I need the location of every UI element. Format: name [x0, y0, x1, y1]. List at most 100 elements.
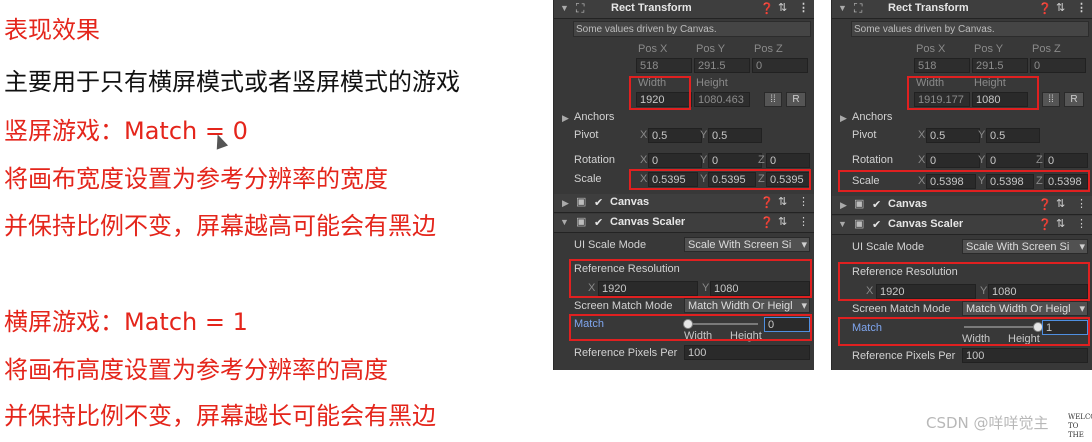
- ui-scale-mode-label: UI Scale Mode: [574, 239, 647, 251]
- anchors-expand-icon[interactable]: ▶: [562, 113, 569, 124]
- pos-y-field[interactable]: 291.5: [972, 58, 1028, 73]
- rect-transform-header[interactable]: ▼ ⛶ Rect Transform ❓ ⇅ ⋮: [554, 0, 814, 19]
- rect-transform-header[interactable]: ▼ ⛶ Rect Transform ❓ ⇅ ⋮: [832, 0, 1092, 19]
- rotation-z-field[interactable]: 0: [766, 153, 810, 168]
- landscape-line-1: 将画布高度设置为参考分辨率的高度: [4, 356, 388, 384]
- checkbox-icon[interactable]: ✔: [594, 218, 604, 229]
- reference-resolution-highlight: [838, 262, 1090, 301]
- anchors-expand-icon[interactable]: ▶: [840, 113, 847, 124]
- driven-info-box: Some values driven by Canvas.: [573, 21, 811, 37]
- pos-x-label: Pos X: [638, 43, 668, 55]
- more-vert-icon[interactable]: ⋮: [798, 1, 809, 14]
- pos-x-label: Pos X: [916, 43, 946, 55]
- collapse-triangle-icon[interactable]: ▼: [838, 219, 847, 229]
- help-icon[interactable]: ❓: [760, 216, 774, 229]
- more-vert-icon[interactable]: ⋮: [1076, 197, 1087, 210]
- ui-scale-mode-dropdown[interactable]: Scale With Screen Si: [962, 239, 1088, 254]
- pivot-y-field[interactable]: 0.5: [986, 128, 1040, 143]
- screen-match-mode-dropdown[interactable]: Match Width Or Heigl: [962, 301, 1088, 316]
- pos-y-label: Pos Y: [974, 43, 1004, 55]
- rotation-y-axis: Y: [700, 154, 708, 166]
- collapse-triangle-icon[interactable]: ▼: [560, 217, 569, 227]
- reference-resolution-highlight: [569, 259, 812, 298]
- pivot-x-field[interactable]: 0.5: [648, 128, 702, 143]
- collapse-triangle-icon[interactable]: ▶: [562, 198, 569, 209]
- checkbox-icon[interactable]: ✔: [594, 198, 604, 209]
- pos-z-field[interactable]: 0: [1030, 58, 1086, 73]
- pos-y-label: Pos Y: [696, 43, 726, 55]
- collapse-triangle-icon[interactable]: ▶: [840, 200, 847, 211]
- canvas-component-icon: ▣: [854, 198, 865, 210]
- height-label: Height: [696, 77, 728, 89]
- screen-match-mode-label: Screen Match Mode: [574, 300, 673, 312]
- pos-x-field[interactable]: 518: [914, 58, 970, 73]
- ui-scale-mode-dropdown[interactable]: Scale With Screen Si: [684, 237, 810, 252]
- screen-match-mode-label: Screen Match Mode: [852, 303, 951, 315]
- checkbox-icon[interactable]: ✔: [872, 220, 882, 231]
- blueprint-icon[interactable]: ⁞⁞: [1042, 92, 1060, 107]
- screen-match-mode-dropdown[interactable]: Match Width Or Heigl: [684, 298, 810, 313]
- rotation-x-field[interactable]: 0: [926, 153, 980, 168]
- pos-z-field[interactable]: 0: [752, 58, 808, 73]
- driven-info-box: Some values driven by Canvas.: [851, 21, 1089, 37]
- help-icon[interactable]: ❓: [1038, 2, 1052, 15]
- canvas-title: Canvas: [888, 198, 928, 210]
- match-highlight: [838, 317, 1090, 346]
- raw-edit-button[interactable]: R: [786, 92, 806, 107]
- reference-pixels-per-unit-field[interactable]: 100: [684, 345, 810, 360]
- settings-sliders-icon[interactable]: ⇅: [778, 195, 787, 208]
- canvas-scaler-icon: ▣: [576, 216, 587, 228]
- collapse-triangle-icon[interactable]: ▼: [838, 3, 847, 13]
- settings-sliders-icon[interactable]: ⇅: [1056, 217, 1065, 230]
- settings-sliders-icon[interactable]: ⇅: [778, 1, 787, 14]
- scale-highlight: [629, 169, 811, 190]
- canvas-header[interactable]: ▶ ▣ ✔ Canvas ❓ ⇅ ⋮: [554, 194, 814, 213]
- help-icon[interactable]: ❓: [760, 2, 774, 15]
- rotation-z-axis: Z: [1036, 154, 1043, 166]
- settings-sliders-icon[interactable]: ⇅: [1056, 1, 1065, 14]
- portrait-line-1: 将画布宽度设置为参考分辨率的宽度: [4, 165, 388, 193]
- match-highlight: [569, 314, 812, 341]
- canvas-scaler-icon: ▣: [854, 218, 865, 230]
- slide-subtitle: 主要用于只有横屏模式或者竖屏模式的游戏: [4, 68, 460, 96]
- reference-pixels-per-unit-field[interactable]: 100: [962, 348, 1088, 363]
- raw-edit-button[interactable]: R: [1064, 92, 1084, 107]
- pivot-y-field[interactable]: 0.5: [708, 128, 762, 143]
- canvas-scaler-header[interactable]: ▼ ▣ ✔ Canvas Scaler ❓ ⇅ ⋮: [554, 214, 814, 233]
- checkbox-icon[interactable]: ✔: [872, 200, 882, 211]
- more-vert-icon[interactable]: ⋮: [798, 215, 809, 228]
- settings-sliders-icon[interactable]: ⇅: [1056, 197, 1065, 210]
- rotation-x-field[interactable]: 0: [648, 153, 702, 168]
- width-highlight: [629, 76, 691, 110]
- more-vert-icon[interactable]: ⋮: [798, 195, 809, 208]
- blueprint-icon[interactable]: ⁞⁞: [764, 92, 782, 107]
- canvas-component-icon: ▣: [576, 196, 587, 208]
- rect-transform-icon: ⛶: [576, 1, 585, 15]
- anchors-label[interactable]: Anchors: [574, 111, 614, 123]
- pos-x-field[interactable]: 518: [636, 58, 692, 73]
- height-field[interactable]: 1080.463: [694, 92, 750, 107]
- help-icon[interactable]: ❓: [1038, 218, 1052, 231]
- scale-label: Scale: [574, 173, 602, 185]
- canvas-header[interactable]: ▶ ▣ ✔ Canvas ❓ ⇅ ⋮: [832, 196, 1092, 215]
- pivot-x-field[interactable]: 0.5: [926, 128, 980, 143]
- help-icon[interactable]: ❓: [760, 196, 774, 209]
- rotation-z-field[interactable]: 0: [1044, 153, 1088, 168]
- pivot-label: Pivot: [574, 129, 599, 141]
- canvas-scaler-header[interactable]: ▼ ▣ ✔ Canvas Scaler ❓ ⇅ ⋮: [832, 216, 1092, 235]
- anchors-label[interactable]: Anchors: [852, 111, 892, 123]
- more-vert-icon[interactable]: ⋮: [1076, 217, 1087, 230]
- collapse-triangle-icon[interactable]: ▼: [560, 3, 569, 13]
- inspector-panel-match-1: ▼ ⛶ Rect Transform ❓ ⇅ ⋮ Some values dri…: [831, 0, 1092, 370]
- settings-sliders-icon[interactable]: ⇅: [778, 215, 787, 228]
- canvas-scaler-title: Canvas Scaler: [610, 216, 686, 228]
- more-vert-icon[interactable]: ⋮: [1076, 1, 1087, 14]
- rotation-y-field[interactable]: 0: [708, 153, 762, 168]
- rotation-y-field[interactable]: 0: [986, 153, 1040, 168]
- rotation-y-axis: Y: [978, 154, 986, 166]
- help-icon[interactable]: ❓: [1038, 198, 1052, 211]
- ui-scale-mode-label: UI Scale Mode: [852, 241, 925, 253]
- pos-y-field[interactable]: 291.5: [694, 58, 750, 73]
- landscape-line-2: 并保持比例不变，屏幕越长可能会有黑边: [4, 402, 436, 430]
- rect-transform-title: Rect Transform: [611, 2, 692, 14]
